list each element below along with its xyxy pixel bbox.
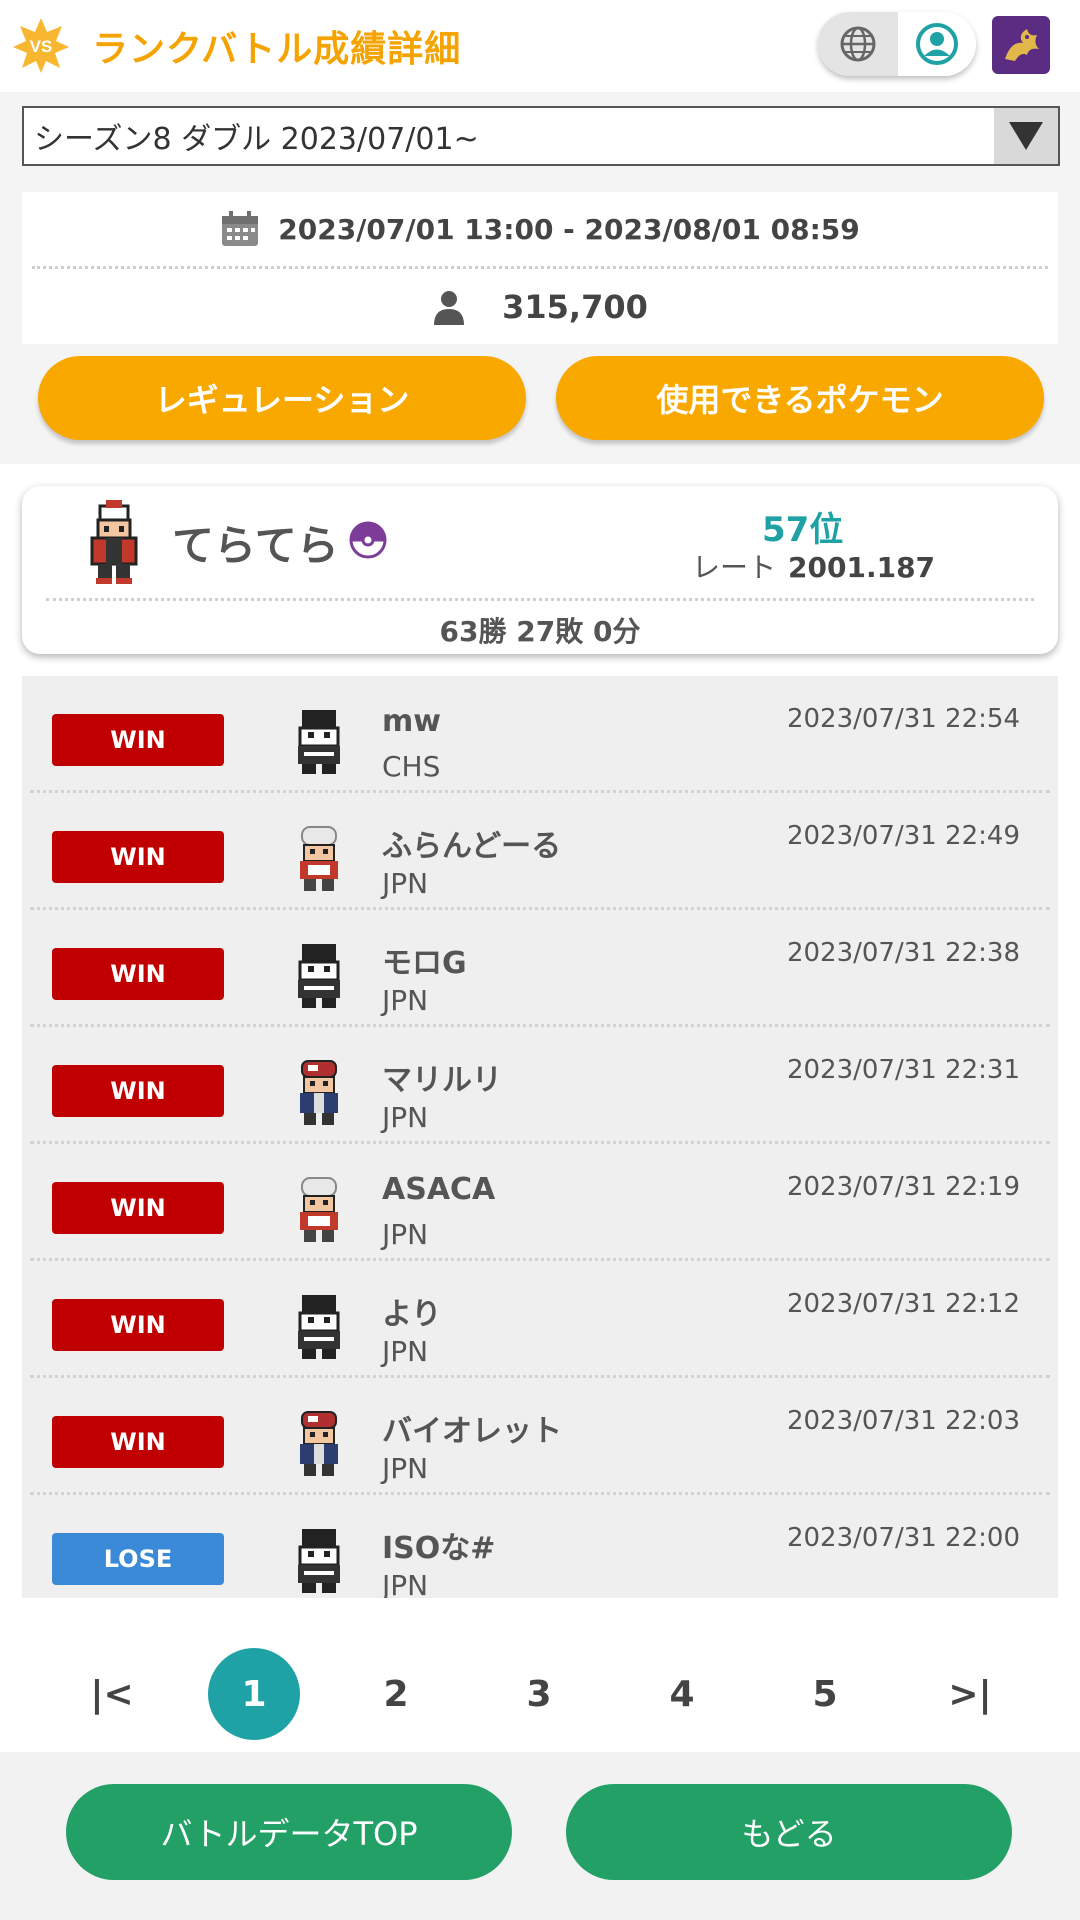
divider — [32, 266, 1048, 269]
page-1-button[interactable]: 1 — [208, 1648, 300, 1740]
battle-time: 2023/07/31 22:38 — [786, 938, 1020, 968]
result-badge: WIN — [52, 1416, 224, 1468]
battle-row[interactable]: WIN モロG JPN 2023/07/31 22:38 — [22, 910, 1058, 1027]
player-name: てらてら — [172, 521, 339, 570]
trainer-sprite — [90, 500, 138, 584]
page-title: ランクバトル成績詳細 — [92, 29, 462, 70]
opponent-region: JPN — [382, 867, 429, 900]
header-icon-group — [818, 12, 976, 76]
player-count: 315,700 — [502, 288, 648, 326]
opponent-sprite — [290, 708, 348, 780]
page-4-button[interactable]: 4 — [636, 1648, 728, 1740]
opponent-sprite — [290, 1176, 348, 1248]
result-badge: WIN — [52, 714, 224, 766]
battle-row[interactable]: WIN マリルリ JPN 2023/07/31 22:31 — [22, 1027, 1058, 1144]
globe-icon — [840, 26, 876, 62]
svg-text:VS: VS — [30, 37, 53, 56]
opponent-region: JPN — [382, 1101, 429, 1134]
opponent-sprite — [290, 942, 348, 1014]
rate-label: レート — [692, 551, 777, 584]
opponent-sprite — [290, 1410, 348, 1482]
result-badge: WIN — [52, 1299, 224, 1351]
language-button[interactable] — [818, 12, 898, 76]
opponent-name: ISOな# — [382, 1531, 496, 1566]
vs-badge-icon: VS — [13, 18, 69, 73]
divider — [46, 598, 1034, 601]
opponent-region: CHS — [382, 750, 441, 783]
account-button[interactable] — [898, 12, 976, 76]
player-profile-card: てらてら 57位 レート 2001.187 63勝 27敗 0分 — [22, 486, 1058, 654]
pokeball-icon — [349, 521, 387, 559]
battle-time: 2023/07/31 22:49 — [786, 821, 1020, 851]
result-badge: WIN — [52, 831, 224, 883]
opponent-sprite — [290, 1059, 348, 1131]
battle-data-top-button[interactable]: バトルデータTOP — [66, 1784, 512, 1880]
usable-pokemon-button[interactable]: 使用できるポケモン — [556, 356, 1044, 440]
player-rank: 57位 — [762, 510, 844, 550]
opponent-region: JPN — [382, 984, 429, 1017]
rate-value: 2001.187 — [788, 551, 936, 584]
win-loss-record: 63勝 27敗 0分 — [439, 615, 641, 648]
result-badge: WIN — [52, 1182, 224, 1234]
opponent-region: JPN — [382, 1452, 429, 1485]
season-period: 2023/07/01 13:00 - 2023/08/01 08:59 — [278, 212, 860, 246]
battle-time: 2023/07/31 22:54 — [786, 704, 1020, 734]
opponent-name: マリルリ — [382, 1063, 502, 1098]
chevron-down-icon[interactable] — [994, 108, 1058, 164]
opponent-region: JPN — [382, 1569, 429, 1598]
battle-time: 2023/07/31 22:31 — [786, 1055, 1020, 1085]
app-header: VS ランクバトル成績詳細 — [0, 0, 1080, 92]
page-3-button[interactable]: 3 — [493, 1648, 585, 1740]
battle-time: 2023/07/31 22:12 — [786, 1289, 1020, 1319]
page-5-button[interactable]: 5 — [779, 1648, 871, 1740]
opponent-region: JPN — [382, 1218, 429, 1251]
battle-time: 2023/07/31 22:03 — [786, 1406, 1020, 1436]
footer: バトルデータTOP もどる — [0, 1752, 1080, 1920]
battle-time: 2023/07/31 22:00 — [786, 1523, 1020, 1553]
opponent-sprite — [290, 1527, 348, 1598]
opponent-name: バイオレット — [382, 1414, 562, 1449]
user-circle-icon — [916, 23, 958, 65]
dragon-avatar[interactable] — [992, 16, 1050, 74]
result-badge: WIN — [52, 948, 224, 1000]
page-2-button[interactable]: 2 — [350, 1648, 442, 1740]
battle-row[interactable]: LOSE ISOな# JPN 2023/07/31 22:00 — [22, 1495, 1058, 1598]
season-info: 2023/07/01 13:00 - 2023/08/01 08:59 315,… — [22, 192, 1058, 344]
calendar-icon — [222, 211, 259, 246]
battle-row[interactable]: WIN mw CHS 2023/07/31 22:54 — [22, 676, 1058, 793]
opponent-sprite — [290, 1293, 348, 1365]
season-select-value: シーズン8 ダブル 2023/07/01~ — [34, 122, 479, 157]
player-rate: レート 2001.187 — [692, 546, 935, 586]
opponent-name: ASACA — [382, 1172, 496, 1207]
first-page-button[interactable]: |< — [66, 1648, 158, 1740]
opponent-sprite — [290, 825, 348, 897]
season-select[interactable]: シーズン8 ダブル 2023/07/01~ — [22, 106, 1060, 166]
dragon-icon — [1005, 29, 1039, 61]
result-badge: LOSE — [52, 1533, 224, 1585]
opponent-name: より — [382, 1297, 442, 1332]
person-icon — [434, 291, 465, 325]
battle-row[interactable]: WIN より JPN 2023/07/31 22:12 — [22, 1261, 1058, 1378]
opponent-name: mw — [382, 704, 441, 739]
battle-time: 2023/07/31 22:19 — [786, 1172, 1020, 1202]
battle-row[interactable]: WIN バイオレット JPN 2023/07/31 22:03 — [22, 1378, 1058, 1495]
back-button[interactable]: もどる — [566, 1784, 1012, 1880]
opponent-name: ふらんどーる — [382, 829, 562, 864]
regulation-button[interactable]: レギュレーション — [38, 356, 526, 440]
pagination: |< 1 2 3 4 5 >| — [0, 1648, 1080, 1740]
opponent-region: JPN — [382, 1335, 429, 1368]
player-count-row: 315,700 — [22, 288, 1058, 326]
last-page-button[interactable]: >| — [924, 1648, 1016, 1740]
season-period-row: 2023/07/01 13:00 - 2023/08/01 08:59 — [22, 210, 1058, 248]
battle-row[interactable]: WIN ASACA JPN 2023/07/31 22:19 — [22, 1144, 1058, 1261]
opponent-name: モロG — [382, 946, 467, 981]
battle-history-list[interactable]: WIN mw CHS 2023/07/31 22:54 WIN ふらんどーる J… — [22, 676, 1058, 1598]
result-badge: WIN — [52, 1065, 224, 1117]
battle-row[interactable]: WIN ふらんどーる JPN 2023/07/31 22:49 — [22, 793, 1058, 910]
